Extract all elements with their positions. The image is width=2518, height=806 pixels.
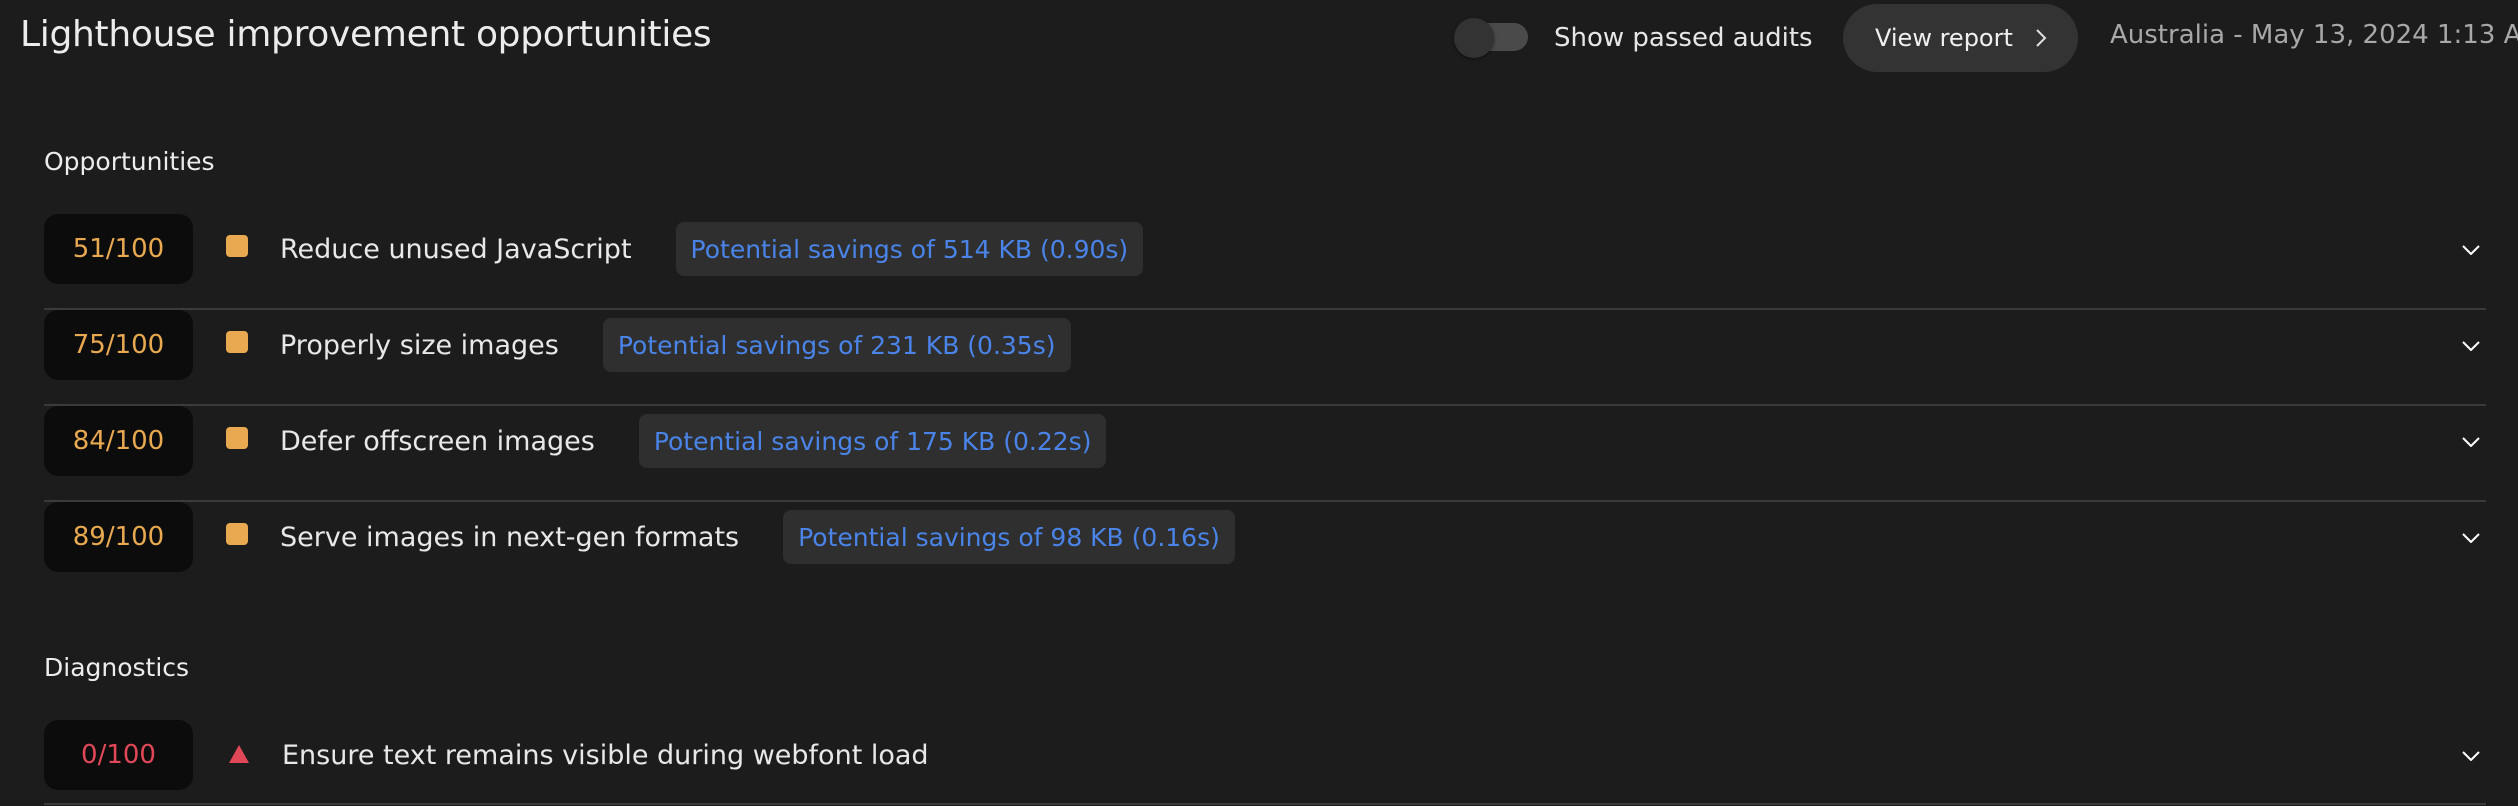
audit-title-group: Reduce unused JavaScript Potential savin… bbox=[280, 222, 1144, 276]
report-location-date: Australia - May 13, 2024 1:13 AM bbox=[2110, 20, 2518, 50]
audit-title: Serve images in next-gen formats bbox=[280, 521, 740, 553]
opportunity-row[interactable]: 75/100 Properly size images Potential sa… bbox=[44, 310, 2486, 406]
score-badge: 84/100 bbox=[44, 406, 193, 476]
score-badge: 0/100 bbox=[44, 720, 193, 790]
square-icon bbox=[226, 523, 248, 545]
audit-title: Properly size images bbox=[280, 329, 559, 361]
audit-title: Ensure text remains visible during webfo… bbox=[282, 739, 929, 771]
show-passed-audits-toggle[interactable]: Show passed audits bbox=[1454, 16, 1813, 60]
opportunity-row[interactable]: 51/100 Reduce unused JavaScript Potentia… bbox=[44, 214, 2486, 310]
view-report-button[interactable]: View report bbox=[1843, 4, 2078, 72]
toggle-label: Show passed audits bbox=[1554, 23, 1813, 53]
chevron-down-icon[interactable] bbox=[2456, 528, 2486, 548]
chevron-down-icon[interactable] bbox=[2456, 746, 2486, 766]
audit-title-group: Properly size images Potential savings o… bbox=[280, 318, 1071, 372]
savings-badge: Potential savings of 514 KB (0.90s) bbox=[675, 222, 1144, 276]
triangle-icon bbox=[228, 744, 250, 766]
square-icon bbox=[226, 235, 248, 257]
opportunity-row[interactable]: 89/100 Serve images in next-gen formats … bbox=[44, 502, 2486, 598]
page-title: Lighthouse improvement opportunities bbox=[20, 14, 712, 55]
toggle-knob bbox=[1454, 18, 1494, 58]
diagnostics-heading: Diagnostics bbox=[44, 653, 190, 682]
score-badge: 51/100 bbox=[44, 214, 193, 284]
audit-title-group: Serve images in next-gen formats Potenti… bbox=[280, 510, 1235, 564]
audit-title: Defer offscreen images bbox=[280, 425, 595, 457]
square-icon bbox=[226, 427, 248, 449]
savings-badge: Potential savings of 175 KB (0.22s) bbox=[638, 414, 1107, 468]
chevron-down-icon[interactable] bbox=[2456, 336, 2486, 356]
chevron-down-icon[interactable] bbox=[2456, 432, 2486, 452]
audit-title-group: Defer offscreen images Potential savings… bbox=[280, 414, 1107, 468]
score-badge: 89/100 bbox=[44, 502, 193, 572]
opportunity-row[interactable]: 84/100 Defer offscreen images Potential … bbox=[44, 406, 2486, 502]
diagnostics-list: 0/100 Ensure text remains visible during… bbox=[44, 720, 2486, 805]
toggle-switch[interactable] bbox=[1454, 18, 1530, 58]
lighthouse-page: Lighthouse improvement opportunities Sho… bbox=[0, 0, 2518, 806]
audit-title-group: Ensure text remains visible during webfo… bbox=[282, 738, 929, 772]
opportunities-list: 51/100 Reduce unused JavaScript Potentia… bbox=[44, 214, 2486, 598]
savings-badge: Potential savings of 98 KB (0.16s) bbox=[783, 510, 1235, 564]
audit-title: Reduce unused JavaScript bbox=[280, 233, 632, 265]
diagnostic-row[interactable]: 0/100 Ensure text remains visible during… bbox=[44, 720, 2486, 805]
chevron-right-icon bbox=[2035, 28, 2047, 48]
savings-badge: Potential savings of 231 KB (0.35s) bbox=[602, 318, 1071, 372]
opportunities-heading: Opportunities bbox=[44, 147, 215, 176]
view-report-label: View report bbox=[1875, 24, 2013, 52]
chevron-down-icon[interactable] bbox=[2456, 240, 2486, 260]
score-badge: 75/100 bbox=[44, 310, 193, 380]
header: Lighthouse improvement opportunities Sho… bbox=[0, 0, 2518, 78]
square-icon bbox=[226, 331, 248, 353]
